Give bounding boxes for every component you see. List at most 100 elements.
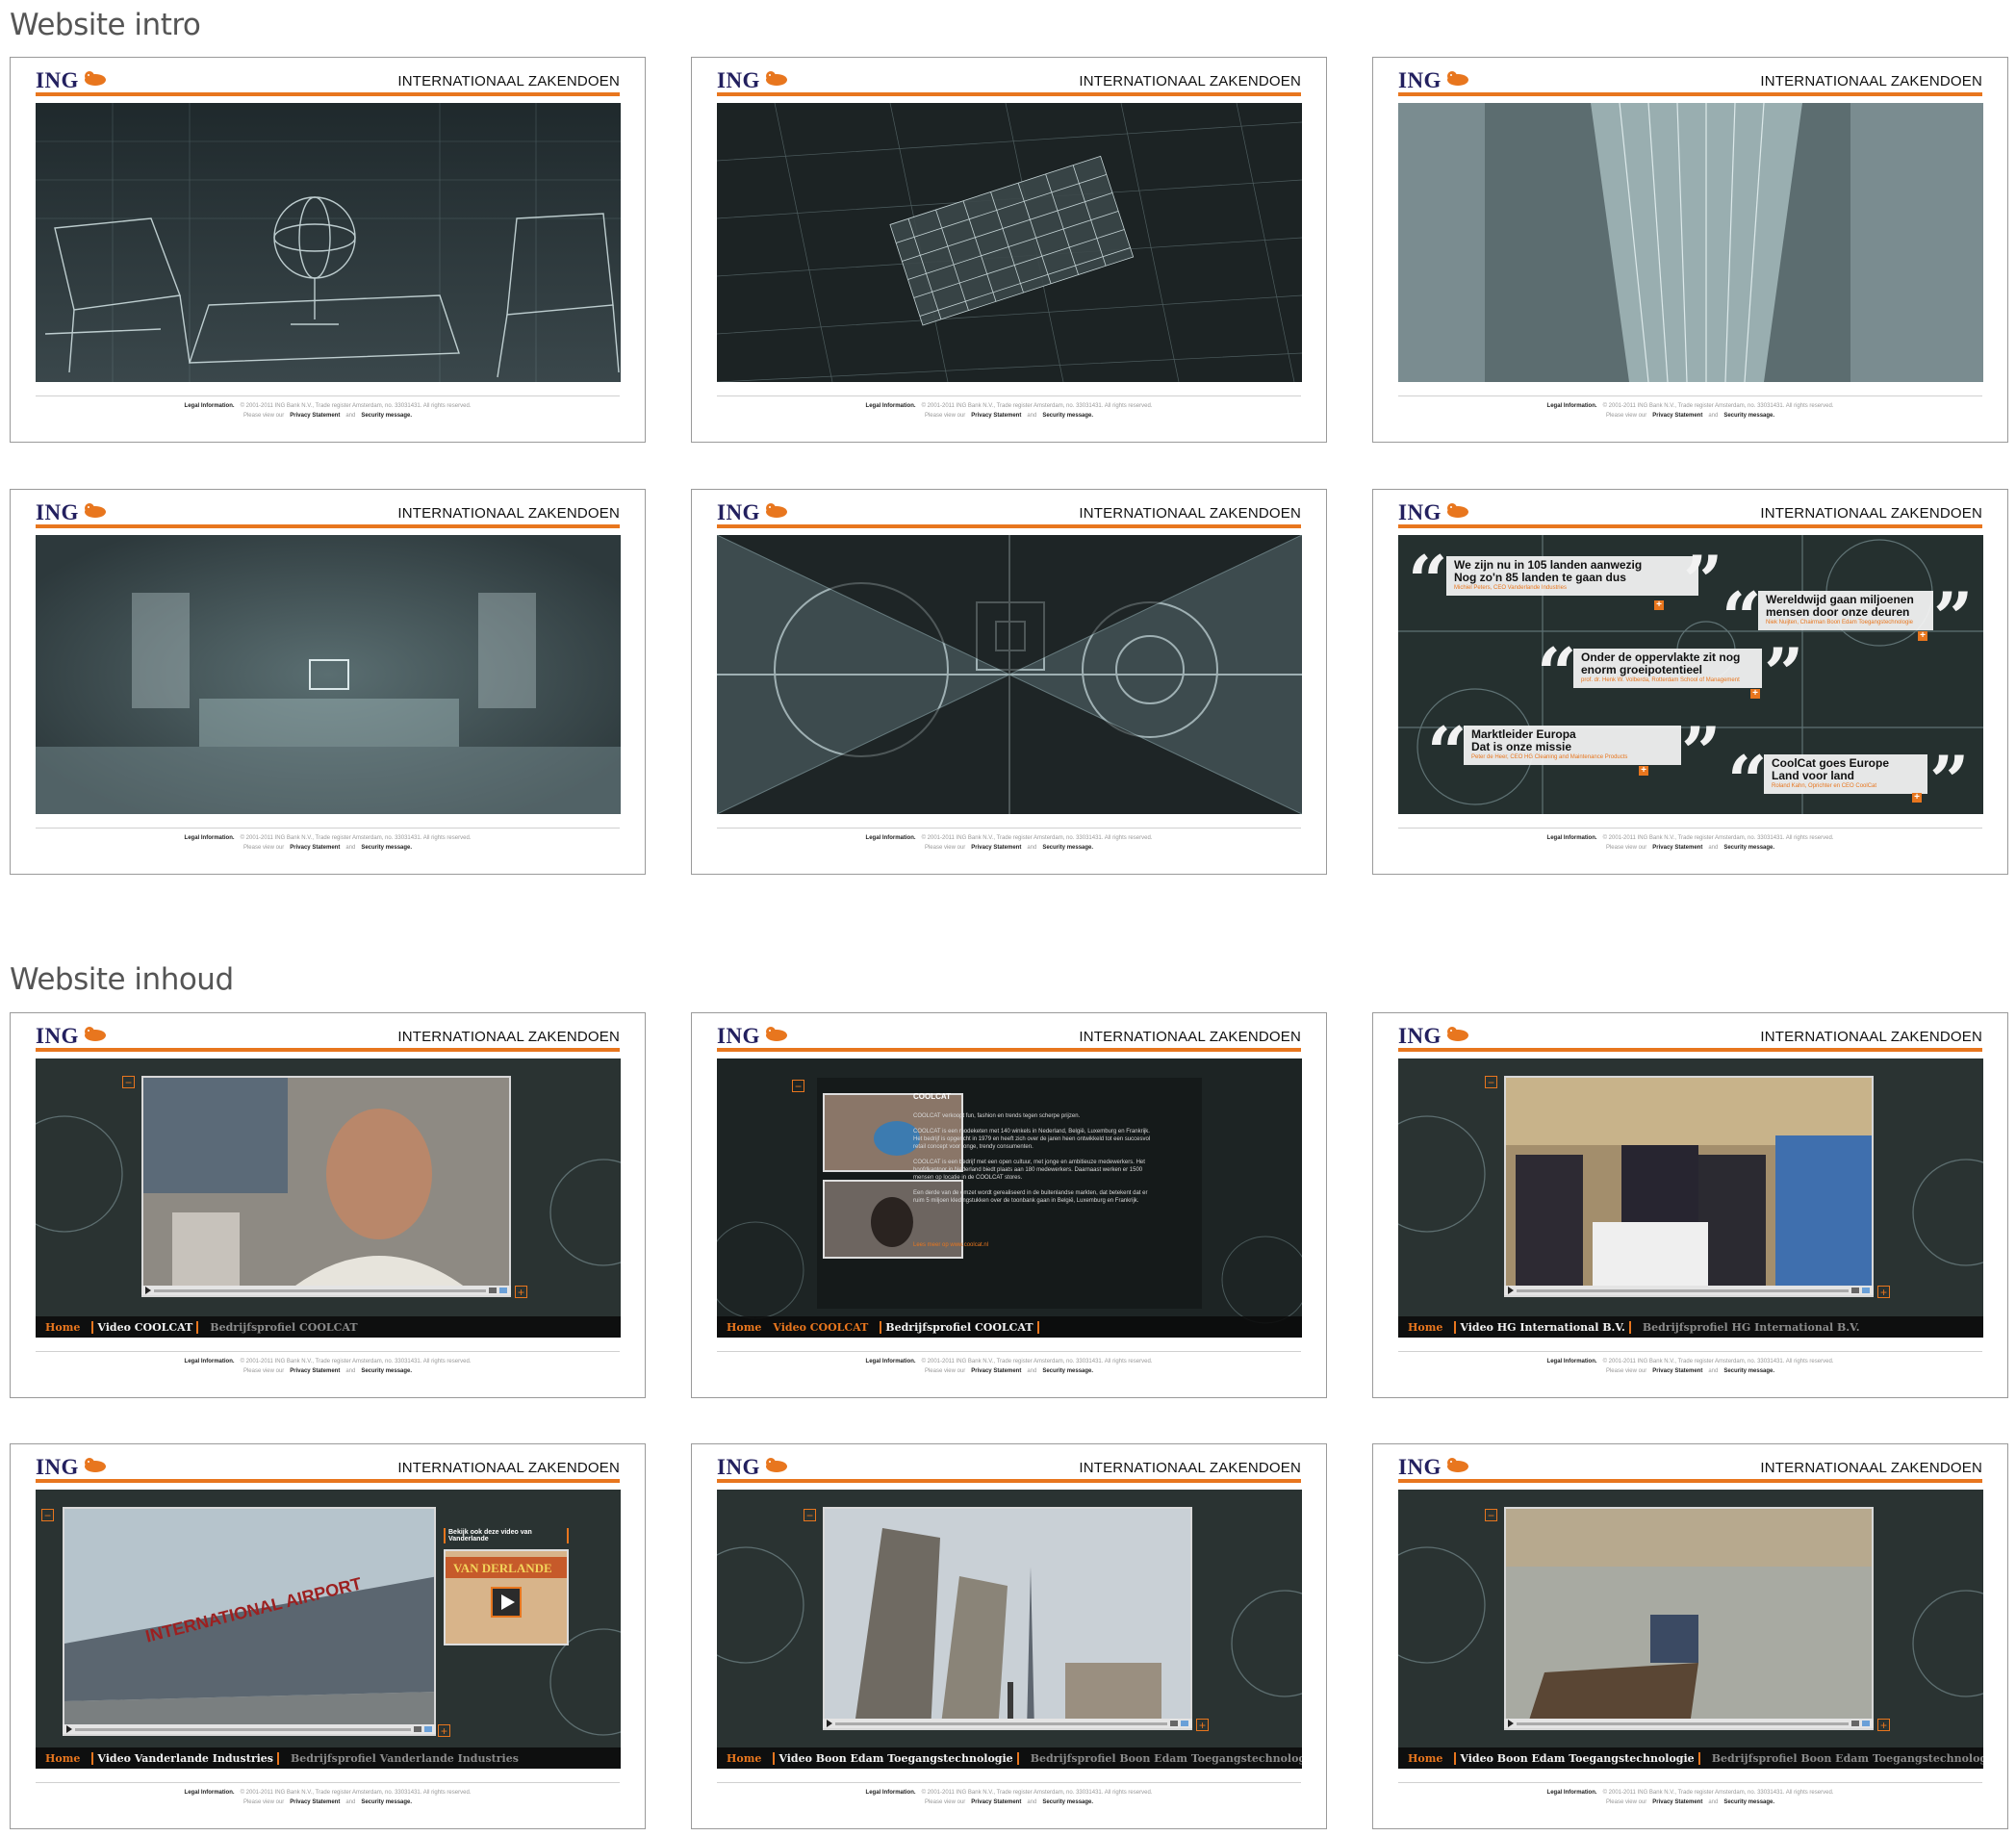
nav-video-hg[interactable]: Video HG International B.V. — [1454, 1320, 1631, 1334]
legal-link[interactable]: Legal Information. — [1547, 1359, 1597, 1364]
nav-home[interactable]: Home — [727, 1321, 761, 1334]
security-link[interactable]: Security message. — [361, 1368, 412, 1374]
ing-logo[interactable]: ING — [1398, 68, 1470, 93]
ing-logo[interactable]: ING — [717, 1024, 789, 1049]
legal-link[interactable]: Legal Information. — [185, 403, 235, 409]
video-player[interactable]: INTERNATIONAL AIRPORT — [63, 1507, 436, 1736]
seek-bar[interactable] — [1517, 1288, 1849, 1292]
quote-card[interactable]: CoolCat goes Europe Land voor land Roland… — [1764, 754, 1927, 794]
fullscreen-icon[interactable] — [1862, 1288, 1870, 1293]
fullscreen-icon[interactable] — [1862, 1721, 1870, 1726]
minimize-button[interactable]: − — [804, 1509, 816, 1521]
legal-link[interactable]: Legal Information. — [185, 1790, 235, 1796]
expand-quote-button[interactable]: + — [1654, 600, 1664, 610]
legal-link[interactable]: Legal Information. — [866, 403, 916, 409]
volume-icon[interactable] — [1851, 1721, 1859, 1726]
minimize-button[interactable]: − — [122, 1076, 135, 1088]
privacy-link[interactable]: Privacy Statement — [971, 1368, 1021, 1374]
legal-link[interactable]: Legal Information. — [1547, 1790, 1597, 1796]
legal-link[interactable]: Legal Information. — [866, 1790, 916, 1796]
play-icon[interactable] — [145, 1287, 151, 1294]
ing-logo[interactable]: ING — [717, 68, 789, 93]
nav-profile-coolcat[interactable]: Bedrijfsprofiel COOLCAT — [880, 1320, 1039, 1334]
quote-card[interactable]: We zijn nu in 105 landen aanwezig Nog zo… — [1446, 556, 1698, 596]
fullscreen-icon[interactable] — [499, 1288, 507, 1293]
ing-logo[interactable]: ING — [1398, 500, 1470, 525]
legal-link[interactable]: Legal Information. — [866, 835, 916, 841]
minimize-button[interactable]: − — [1485, 1509, 1497, 1521]
security-link[interactable]: Security message. — [1723, 1368, 1774, 1374]
expand-button[interactable]: + — [1877, 1719, 1890, 1731]
nav-video-coolcat[interactable]: Video COOLCAT — [773, 1321, 868, 1334]
privacy-link[interactable]: Privacy Statement — [290, 845, 340, 851]
seek-bar[interactable] — [835, 1721, 1167, 1725]
seek-bar[interactable] — [154, 1288, 486, 1292]
security-link[interactable]: Security message. — [361, 1799, 412, 1805]
security-link[interactable]: Security message. — [1042, 1368, 1093, 1374]
nav-profile-coolcat[interactable]: Bedrijfsprofiel COOLCAT — [210, 1321, 357, 1334]
play-icon[interactable] — [1508, 1720, 1514, 1727]
ing-logo[interactable]: ING — [1398, 1024, 1470, 1049]
nav-home[interactable]: Home — [1408, 1321, 1442, 1334]
privacy-link[interactable]: Privacy Statement — [290, 1799, 340, 1805]
volume-icon[interactable] — [414, 1726, 421, 1732]
related-video-thumbnail[interactable]: VAN DERLANDE — [444, 1549, 569, 1645]
privacy-link[interactable]: Privacy Statement — [971, 845, 1021, 851]
ing-logo[interactable]: ING — [1398, 1455, 1470, 1480]
nav-profile-boon[interactable]: Bedrijfsprofiel Boon Edam Toegangstechno… — [1712, 1752, 1983, 1765]
nav-video-boon[interactable]: Video Boon Edam Toegangstechnologie — [773, 1751, 1019, 1765]
minimize-button[interactable]: − — [41, 1509, 54, 1521]
quote-card[interactable]: Wereldwijd gaan miljoenen mensen door on… — [1758, 591, 1933, 630]
security-link[interactable]: Security message. — [1723, 413, 1774, 419]
quote-card[interactable]: Marktleider Europa Dat is onze missie Pet… — [1464, 726, 1681, 765]
nav-home[interactable]: Home — [727, 1752, 761, 1765]
expand-button[interactable]: + — [438, 1724, 450, 1737]
video-player[interactable] — [1504, 1507, 1874, 1730]
privacy-link[interactable]: Privacy Statement — [1652, 1368, 1702, 1374]
privacy-link[interactable]: Privacy Statement — [290, 413, 340, 419]
expand-quote-button[interactable]: + — [1750, 689, 1760, 699]
nav-home[interactable]: Home — [1408, 1752, 1442, 1765]
privacy-link[interactable]: Privacy Statement — [290, 1368, 340, 1374]
ing-logo[interactable]: ING — [36, 68, 108, 93]
nav-video-boon[interactable]: Video Boon Edam Toegangstechnologie — [1454, 1751, 1700, 1765]
security-link[interactable]: Security message. — [361, 845, 412, 851]
expand-button[interactable]: + — [1877, 1286, 1890, 1298]
volume-icon[interactable] — [1851, 1288, 1859, 1293]
security-link[interactable]: Security message. — [1723, 1799, 1774, 1805]
volume-icon[interactable] — [489, 1288, 497, 1293]
play-icon[interactable] — [827, 1720, 832, 1727]
expand-quote-button[interactable]: + — [1912, 793, 1922, 803]
security-link[interactable]: Security message. — [1723, 845, 1774, 851]
fullscreen-icon[interactable] — [1181, 1721, 1188, 1726]
nav-home[interactable]: Home — [45, 1321, 80, 1334]
legal-link[interactable]: Legal Information. — [1547, 835, 1597, 841]
legal-link[interactable]: Legal Information. — [866, 1359, 916, 1364]
legal-link[interactable]: Legal Information. — [1547, 403, 1597, 409]
read-more-link[interactable]: Lees meer op www.coolcat.nl — [913, 1241, 1158, 1249]
play-icon[interactable] — [66, 1725, 72, 1733]
minimize-button[interactable]: − — [1485, 1076, 1497, 1088]
seek-bar[interactable] — [1517, 1721, 1849, 1725]
security-link[interactable]: Security message. — [1042, 413, 1093, 419]
quote-card[interactable]: Onder de oppervlakte zit nog enorm groei… — [1573, 649, 1762, 688]
volume-icon[interactable] — [1170, 1721, 1178, 1726]
play-icon[interactable] — [1508, 1287, 1514, 1294]
seek-bar[interactable] — [75, 1727, 411, 1731]
privacy-link[interactable]: Privacy Statement — [1652, 413, 1702, 419]
video-player[interactable] — [141, 1076, 511, 1297]
legal-link[interactable]: Legal Information. — [185, 1359, 235, 1364]
nav-video-vanderlande[interactable]: Video Vanderlande Industries — [91, 1751, 279, 1765]
minimize-button[interactable]: − — [792, 1080, 804, 1092]
nav-video-coolcat[interactable]: Video COOLCAT — [91, 1320, 199, 1334]
nav-profile-vanderlande[interactable]: Bedrijfsprofiel Vanderlande Industries — [291, 1752, 519, 1765]
security-link[interactable]: Security message. — [1042, 1799, 1093, 1805]
privacy-link[interactable]: Privacy Statement — [1652, 845, 1702, 851]
nav-profile-boon[interactable]: Bedrijfsprofiel Boon Edam Toegangstechno… — [1031, 1752, 1302, 1765]
privacy-link[interactable]: Privacy Statement — [971, 1799, 1021, 1805]
security-link[interactable]: Security message. — [1042, 845, 1093, 851]
security-link[interactable]: Security message. — [361, 413, 412, 419]
expand-button[interactable]: + — [515, 1286, 527, 1298]
nav-home[interactable]: Home — [45, 1752, 80, 1765]
ing-logo[interactable]: ING — [36, 500, 108, 525]
